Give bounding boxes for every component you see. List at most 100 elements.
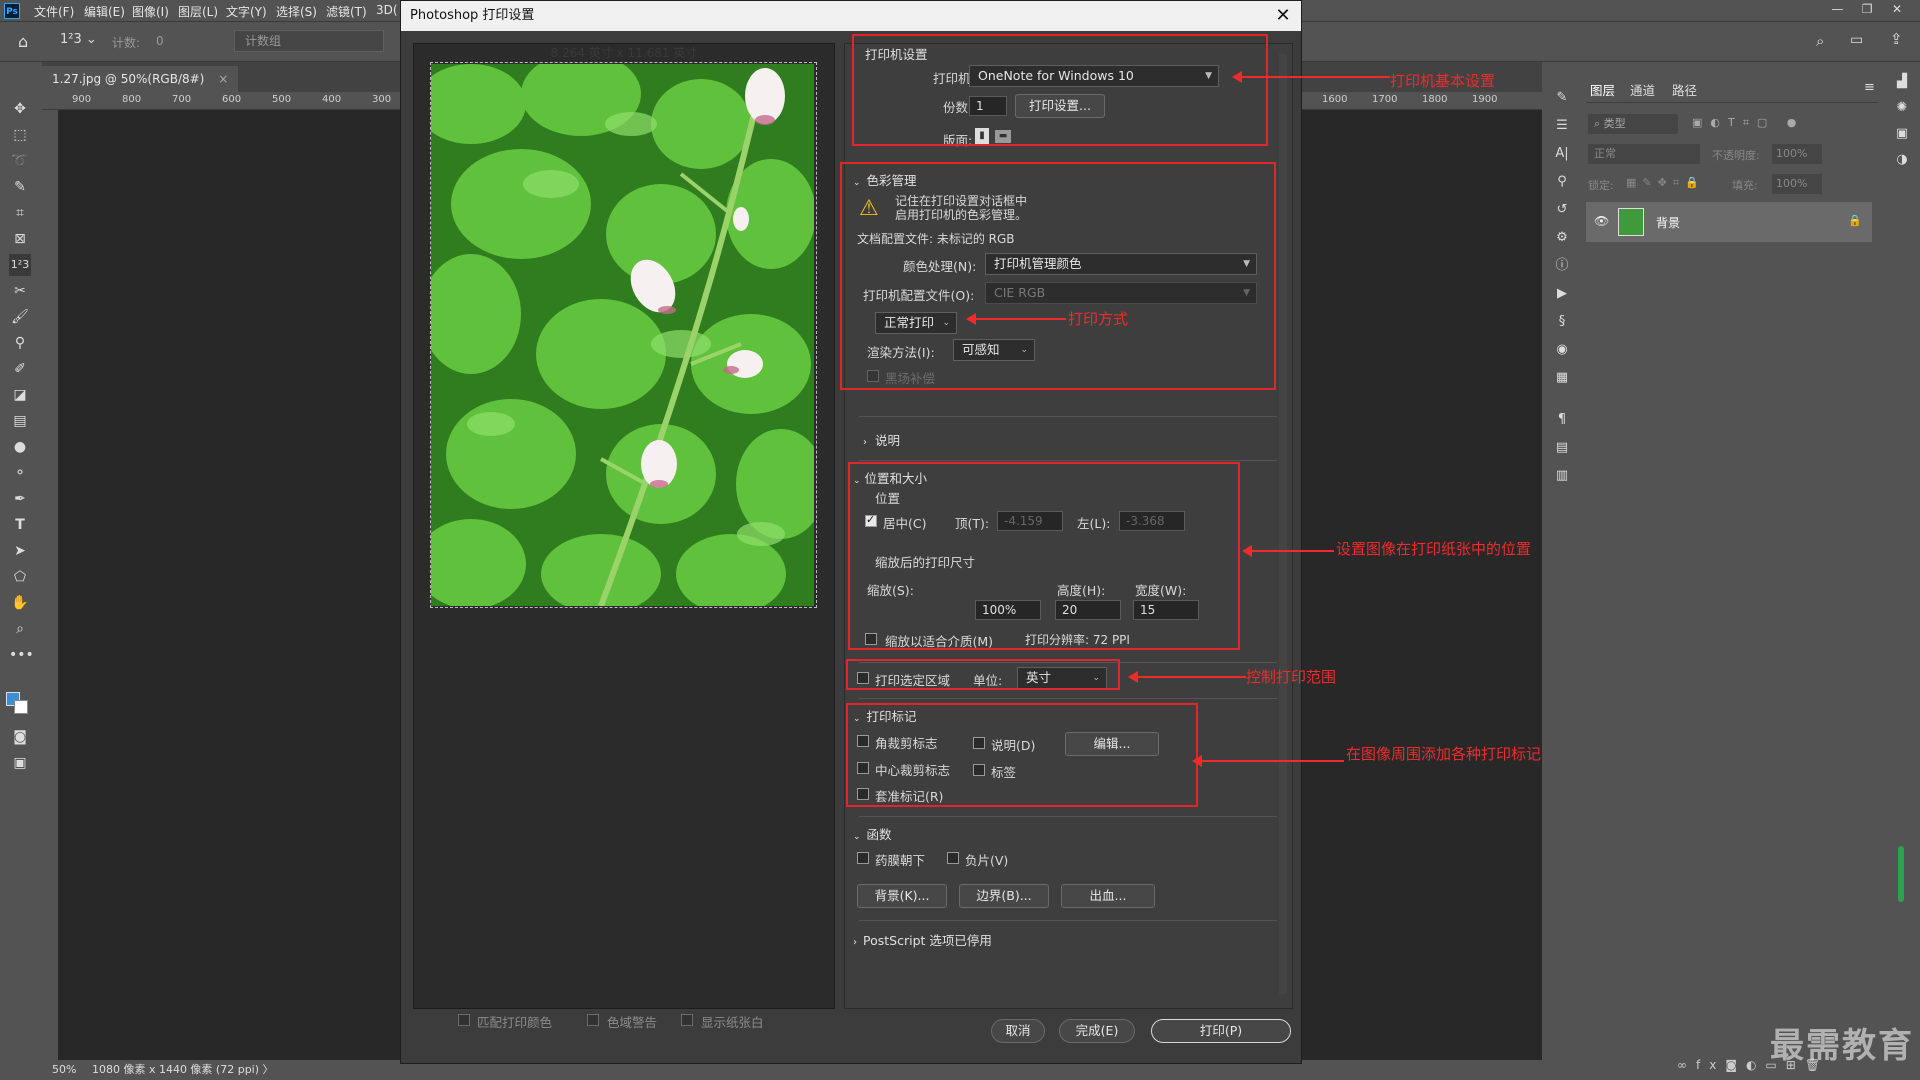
tab-channels[interactable]: 通道 [1630, 80, 1655, 99]
menu-edit[interactable]: 编辑(E) [84, 3, 125, 20]
notes-icon[interactable]: ▥ [1552, 466, 1572, 486]
functions-section-title[interactable]: ⌄ 函数 [853, 824, 892, 843]
layer-filter-select[interactable]: ⌕ 类型 [1588, 114, 1678, 134]
menu-type[interactable]: 文字(Y) [226, 3, 267, 20]
history-brush-icon[interactable]: ✐ [9, 358, 31, 380]
document-tab[interactable]: 1.27.jpg @ 50%(RGB/8#) × [42, 66, 239, 92]
background-color-swatch[interactable] [14, 700, 28, 714]
gamut-warning-checkbox[interactable] [587, 1014, 599, 1026]
dodge-tool-icon[interactable]: ⚬ [9, 462, 31, 484]
properties-icon[interactable]: ⚙ [1552, 228, 1572, 248]
print-preview: 8.264 英寸 x 11.681 英寸 [413, 43, 835, 1009]
clone-source-icon[interactable]: ⚲ [1552, 172, 1572, 192]
glyphs-icon[interactable]: ▤ [1552, 438, 1572, 458]
home-icon[interactable]: ⌂ [18, 32, 28, 51]
scroll-indicator[interactable] [1898, 846, 1904, 902]
close-tab-icon[interactable]: × [218, 72, 228, 86]
marquee-tool-icon[interactable]: ⬚ [9, 124, 31, 146]
match-print-colors-checkbox[interactable] [458, 1014, 470, 1026]
background-button[interactable]: 背景(K)... [857, 884, 947, 908]
blend-mode-select[interactable]: 正常 [1588, 144, 1700, 164]
done-button[interactable]: 完成(E) [1059, 1019, 1135, 1043]
tab-layers[interactable]: 图层 [1590, 80, 1615, 99]
cancel-button[interactable]: 取消 [991, 1019, 1045, 1043]
gamut-warning-label: 色域警告 [607, 1015, 658, 1030]
hand-tool-icon[interactable]: ✋ [9, 592, 31, 614]
postscript-section[interactable]: › PostScript 选项已停用 [853, 930, 992, 949]
brush-settings-icon[interactable]: ✎ [1552, 88, 1572, 108]
color-icon[interactable]: ◑ [1892, 150, 1912, 170]
ruler-tick: 700 [172, 94, 192, 105]
border-button[interactable]: 边界(B)... [959, 884, 1049, 908]
count-tool-active-icon[interactable]: 1²3 [9, 254, 31, 276]
layer-row[interactable]: 👁 背景 🔒 [1586, 202, 1872, 242]
status-zoom[interactable]: 50% [52, 1063, 76, 1076]
menu-file[interactable]: 文件(F) [34, 3, 74, 20]
actions-icon[interactable]: ▶ [1552, 284, 1572, 304]
eye-icon[interactable]: 👁 [1594, 214, 1609, 228]
stamp-tool-icon[interactable]: ⚲ [9, 332, 31, 354]
path-select-icon[interactable]: ➤ [9, 540, 31, 562]
3d-icon[interactable]: ◉ [1552, 340, 1572, 360]
healing-tool-icon[interactable]: ✂ [9, 280, 31, 302]
shape-tool-icon[interactable]: ⬠ [9, 566, 31, 588]
print-button[interactable]: 打印(P) [1151, 1019, 1291, 1043]
brush-tool-icon[interactable]: 🖌 [9, 306, 31, 328]
emulsion-down-checkbox[interactable] [857, 852, 869, 864]
eraser-tool-icon[interactable]: ◪ [9, 384, 31, 406]
lock-icons[interactable]: ▦✎✥⌗🔒 [1626, 176, 1705, 190]
pen-tool-icon[interactable]: ✒ [9, 488, 31, 510]
crop-tool-icon[interactable]: ⌗ [9, 202, 31, 224]
frame-tool-icon[interactable]: ⊠ [9, 228, 31, 250]
libraries-icon[interactable]: ▣ [1892, 124, 1912, 144]
preview-image[interactable] [431, 64, 814, 606]
annotation-box-printer [852, 34, 1268, 146]
blur-tool-icon[interactable]: ● [9, 436, 31, 458]
histogram-icon[interactable]: ▟ [1892, 72, 1912, 92]
quick-mask-icon[interactable]: ◙ [9, 726, 31, 748]
paragraph-icon[interactable]: ¶ [1552, 410, 1572, 430]
menu-3d[interactable]: 3D( [376, 3, 398, 17]
menu-filter[interactable]: 滤镜(T) [326, 3, 367, 20]
table-icon[interactable]: ▦ [1552, 368, 1572, 388]
gradient-tool-icon[interactable]: ▤ [9, 410, 31, 432]
type-tool-icon[interactable]: T [9, 514, 31, 536]
screen-mode-icon[interactable]: ▣ [9, 752, 31, 774]
bleed-button[interactable]: 出血... [1061, 884, 1155, 908]
layer-filter-icons[interactable]: ▣◐T⌗▢ ● [1692, 116, 1804, 130]
menu-image[interactable]: 图像(I) [132, 3, 169, 20]
history-icon[interactable]: ↺ [1552, 200, 1572, 220]
negative-checkbox[interactable] [947, 852, 959, 864]
share-icon[interactable]: ⇪ [1890, 30, 1903, 48]
panel-menu-icon[interactable]: ≡ [1864, 80, 1875, 95]
minimize-icon[interactable]: — [1824, 2, 1850, 16]
paths-icon[interactable]: § [1552, 312, 1572, 332]
close-dialog-icon[interactable]: ✕ [1271, 1, 1295, 31]
restore-icon[interactable]: ❐ [1854, 2, 1880, 16]
search-icon[interactable]: ⌕ [1816, 32, 1824, 50]
more-tools-icon[interactable]: ••• [9, 644, 34, 666]
workspace-icon[interactable]: ▭ [1850, 32, 1863, 48]
zoom-tool-icon[interactable]: ⌕ [9, 618, 31, 640]
navigator-icon[interactable]: ✺ [1892, 98, 1912, 118]
lasso-tool-icon[interactable]: ➰ [9, 150, 31, 172]
settings-scrollbar[interactable] [1279, 54, 1287, 994]
fill-input[interactable]: 100% [1772, 174, 1822, 194]
tab-paths[interactable]: 路径 [1672, 80, 1697, 99]
character-icon[interactable]: A| [1552, 144, 1572, 164]
close-window-icon[interactable]: ✕ [1884, 2, 1910, 16]
show-paper-white-checkbox[interactable] [681, 1014, 693, 1026]
opacity-input[interactable]: 100% [1772, 144, 1822, 164]
count-tool-icon[interactable]: 1²3 ⌄ [60, 32, 97, 47]
move-tool-icon[interactable]: ✥ [9, 98, 31, 120]
description-section-title[interactable]: › 说明 [863, 430, 900, 449]
adjust-icon[interactable]: ☰ [1552, 116, 1572, 136]
quick-select-tool-icon[interactable]: ✎ [9, 176, 31, 198]
menu-layer[interactable]: 图层(L) [178, 3, 218, 20]
status-info[interactable]: 1080 像素 x 1440 像素 (72 ppi) [92, 1063, 259, 1076]
status-arrow-icon[interactable]: 〉 [263, 1063, 274, 1076]
annotation-box-position [848, 462, 1240, 650]
menu-select[interactable]: 选择(S) [276, 3, 317, 20]
info-icon[interactable]: ⓘ [1552, 256, 1572, 276]
count-group-select[interactable]: 计数组 [234, 30, 384, 52]
